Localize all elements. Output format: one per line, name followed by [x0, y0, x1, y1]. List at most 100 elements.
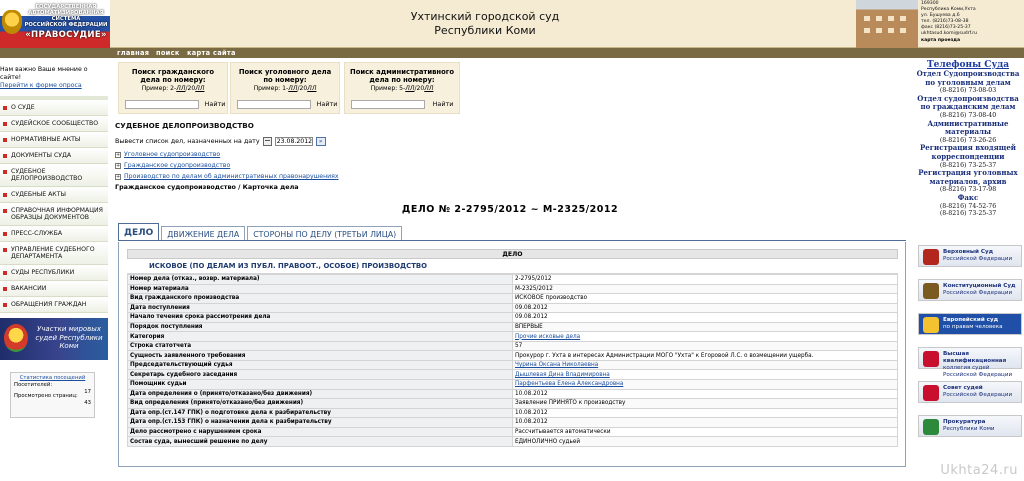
field-value-link[interactable]: Прочие исковые дела — [515, 334, 580, 340]
nav-search[interactable]: поиск — [156, 48, 180, 58]
table-row: Секретарь судебного заседания Дышлевая Ди… — [127, 369, 898, 380]
emblem-icon — [923, 283, 939, 299]
field-value: 09.08.2012 — [512, 302, 898, 314]
coat-of-arms-icon — [2, 10, 22, 34]
visit-stats: Статистика посещений Посетителей: 17 Про… — [10, 372, 95, 418]
field-value-link[interactable]: Чурина Оксана Николаевна — [515, 362, 598, 368]
sidebar-item-documents[interactable]: ДОКУМЕНТЫ СУДА — [0, 148, 108, 164]
tab-case-movement[interactable]: ДВИЖЕНИЕ ДЕЛА — [161, 226, 246, 241]
proceeding-type: ИСКОВОЕ (ПО ДЕЛАМ ИЗ ПУБЛ. ПРАВООТ., ОСО… — [127, 259, 898, 274]
court-building-photo — [856, 0, 918, 48]
tree-criminal[interactable]: Уголовное судопроизводство — [124, 149, 220, 160]
nav-sitemap[interactable]: карта сайта — [187, 48, 236, 58]
tree-civil[interactable]: Гражданское судопроизводство — [124, 160, 230, 171]
phone-dept: Факс — [957, 192, 979, 202]
tab-parties[interactable]: СТОРОНЫ ПО ДЕЛУ (ТРЕТЬИ ЛИЦА) — [247, 226, 403, 241]
nav-home[interactable]: главная — [117, 48, 149, 58]
field-value: 10.08.2012 — [512, 388, 898, 400]
watermark: Ukhta24.ru — [940, 463, 1018, 478]
map-link[interactable]: карта проезда — [921, 38, 1024, 44]
court-phones: Телефоны Суда Отдел Судопроизводства по … — [912, 60, 1024, 218]
tab-case[interactable]: ДЕЛО — [118, 223, 160, 241]
field-value: М-2325/2012 — [512, 283, 898, 295]
court-banner-link[interactable]: Прокуратура Республики Коми — [918, 415, 1022, 437]
site-header: ГОСУДАРСТВЕННАЯ АВТОМАТИЗИРОВАННАЯ СИСТЕ… — [0, 0, 1024, 48]
search-admin-button[interactable]: Найти — [431, 99, 455, 110]
bullet-icon — [3, 303, 7, 307]
field-value: 10.08.2012 — [512, 417, 898, 428]
stats-title[interactable]: Статистика посещений — [14, 375, 91, 382]
field-label: Дата опр.(ст.153 ГПК) о назначении дела … — [127, 417, 513, 428]
emblem-icon — [923, 419, 939, 435]
field-value: 57 — [512, 340, 898, 352]
field-value: ЕДИНОЛИЧНО судьей — [512, 436, 898, 447]
expand-icon[interactable]: + — [115, 151, 121, 158]
court-banner-link[interactable]: Верховный Суд Российской Федерации — [918, 245, 1022, 267]
search-civil-button[interactable]: Найти — [203, 99, 227, 110]
search-criminal-input[interactable] — [237, 100, 311, 109]
pravosudie-logo[interactable]: ГОСУДАРСТВЕННАЯ АВТОМАТИЗИРОВАННАЯ СИСТЕ… — [0, 0, 110, 48]
date-filter: Вывести список дел, назначенных на дату … — [115, 136, 326, 146]
search-criminal-button[interactable]: Найти — [315, 99, 339, 110]
opinion-block: Нам важно Ваше мнение о сайте! Перейти к… — [0, 66, 108, 90]
right-sidebar: Телефоны Суда Отдел Судопроизводства по … — [912, 58, 1024, 481]
court-banner-link[interactable]: Конституционный Суд Российской Федерации — [918, 279, 1022, 301]
bullet-icon — [3, 170, 7, 174]
field-value-link[interactable]: Дышлевая Дина Владимировна — [515, 372, 610, 378]
table-row: Сущность заявленного требования Прокурор … — [127, 350, 898, 361]
field-label: Помощник судьи — [127, 379, 513, 390]
field-value-link[interactable]: Парфентьева Елена Александровна — [515, 381, 623, 387]
sidebar-item-reference-info[interactable]: СПРАВОЧНАЯ ИНФОРМАЦИЯ ОБРАЗЦЫ ДОКУМЕНТОВ — [0, 203, 108, 226]
table-row: Дело рассмотрено с нарушением срока Рассч… — [127, 426, 898, 438]
proceedings-tree: + Уголовное судопроизводство + Гражданское… — [115, 149, 339, 182]
case-tabs: ДЕЛО ДВИЖЕНИЕ ДЕЛА СТОРОНЫ ПО ДЕЛУ (ТРЕТ… — [118, 223, 404, 241]
sidebar-item-normative-acts[interactable]: НОРМАТИВНЫЕ АКТЫ — [0, 132, 108, 148]
search-admin-input[interactable] — [351, 100, 425, 109]
visitors-count: 17 — [84, 389, 91, 395]
survey-link[interactable]: Перейти к форме опроса — [0, 82, 108, 90]
table-row: Дата поступления 09.08.2012 — [127, 302, 898, 314]
sidebar-item-judicial-acts[interactable]: СУДЕБНЫЕ АКТЫ — [0, 187, 108, 203]
field-value: Рассчитывается автоматически — [512, 426, 898, 438]
sidebar-item-proceedings[interactable]: СУДЕБНОЕ ДЕЛОПРОИЗВОДСТВО — [0, 164, 108, 187]
expand-icon[interactable]: + — [115, 173, 121, 180]
komi-emblem-icon — [4, 324, 28, 352]
field-label: Дата поступления — [127, 302, 513, 314]
sidebar-item-about[interactable]: О СУДЕ — [0, 100, 108, 116]
field-label: Номер дела (отказ., возвр. материала) — [127, 274, 513, 285]
section-title: СУДЕБНОЕ ДЕЛОПРОИЗВОДСТВО — [115, 121, 254, 130]
tree-administrative[interactable]: Производство по делам об административны… — [124, 171, 339, 182]
court-banner-link[interactable]: Высшая квалификационная коллегия судей Ро… — [918, 347, 1022, 378]
views-count: 43 — [84, 400, 91, 406]
field-label: Вид гражданского производства — [127, 293, 513, 304]
sidebar-item-press[interactable]: ПРЕСС-СЛУЖБА — [0, 226, 108, 242]
table-row: Начало течения срока рассмотрения дела 09… — [127, 312, 898, 323]
court-banners: Верховный Суд Российской Федерации Констит… — [918, 245, 1022, 449]
sidebar-item-courts[interactable]: СУДЫ РЕСПУБЛИКИ — [0, 265, 108, 281]
bullet-icon — [3, 154, 7, 158]
field-label: Председательствующий судья — [127, 359, 513, 371]
sidebar-item-community[interactable]: СУДЕЙСКОЕ СООБЩЕСТВО — [0, 116, 108, 132]
sidebar-item-appeals[interactable]: ОБРАЩЕНИЯ ГРАЖДАН — [0, 297, 108, 313]
court-banner-link[interactable]: Европейский суд по правам человека — [918, 313, 1022, 335]
table-row: Дата опр.(ст.153 ГПК) о назначении дела … — [127, 417, 898, 428]
field-label: Порядок поступления — [127, 321, 513, 333]
sidebar-item-department[interactable]: УПРАВЛЕНИЕ СУДЕБНОГО ДЕПАРТАМЕНТА — [0, 242, 108, 265]
field-label: Сущность заявленного требования — [127, 350, 513, 361]
table-row: Председательствующий судья Чурина Оксана … — [127, 359, 898, 371]
emblem-icon — [923, 249, 939, 265]
bullet-icon — [3, 138, 7, 142]
breadcrumb: Гражданское судопроизводство / Карточка … — [115, 183, 299, 191]
go-button[interactable]: » — [315, 136, 326, 146]
bullet-icon — [3, 122, 7, 126]
search-civil-input[interactable] — [125, 100, 199, 109]
calendar-icon[interactable] — [262, 136, 272, 146]
phone-dept: Отдел Судопроизводства по уголовным дела… — [916, 69, 1020, 87]
field-label: Дата определения о (принято/отказано/без… — [127, 388, 513, 400]
date-input[interactable]: 23.08.2012 — [274, 136, 313, 146]
court-banner-link[interactable]: Совет судей Российской Федерации — [918, 381, 1022, 403]
table-row: Номер материала М-2325/2012 — [127, 283, 898, 295]
sidebar-item-vacancies[interactable]: ВАКАНСИИ — [0, 281, 108, 297]
magistrates-banner[interactable]: Участки мировых судей Республики Коми — [0, 318, 108, 360]
expand-icon[interactable]: + — [115, 162, 121, 169]
